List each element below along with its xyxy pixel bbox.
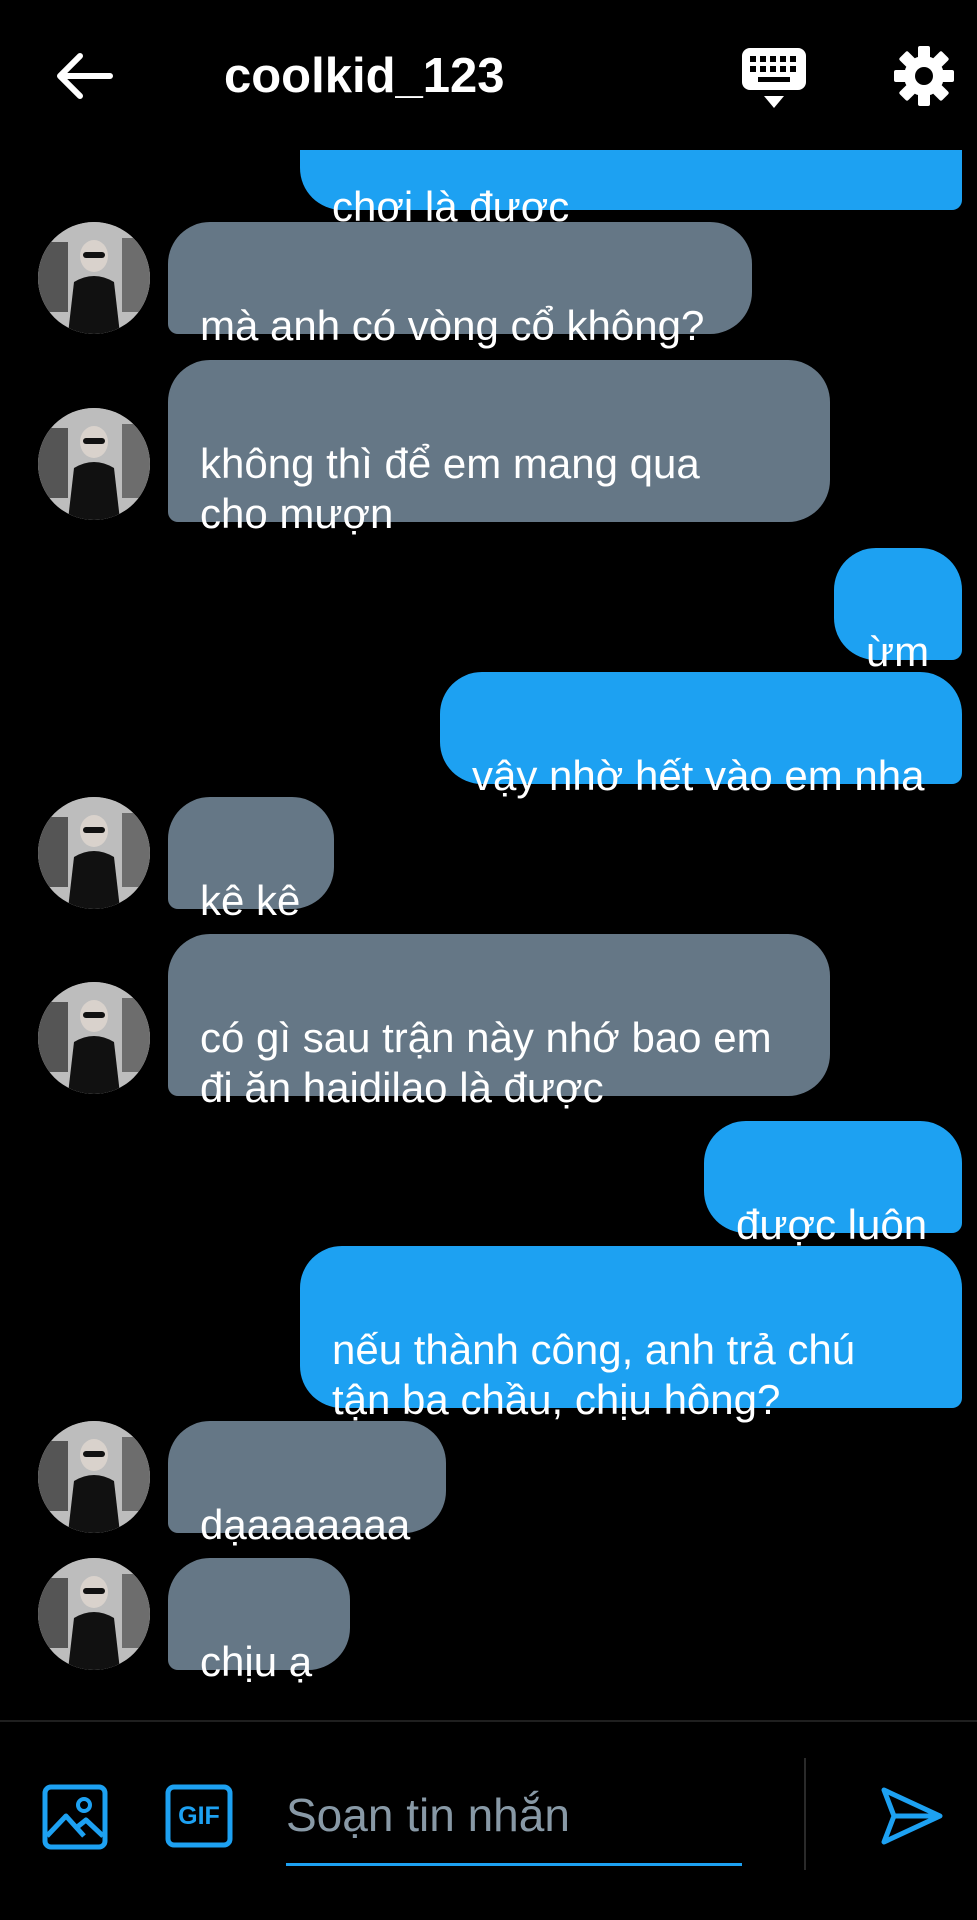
- message-outgoing: được luôn: [704, 1121, 962, 1248]
- gif-label: GIF: [178, 1802, 220, 1830]
- message-text: ừm: [866, 628, 930, 675]
- message-incoming: có gì sau trận này nhớ bao em đi ăn haid…: [168, 934, 830, 1111]
- message-input[interactable]: [286, 1766, 742, 1866]
- arrow-left-icon: [57, 53, 113, 99]
- settings-button[interactable]: [892, 44, 956, 108]
- avatar[interactable]: [38, 222, 150, 334]
- chat-header: coolkid_123: [0, 0, 977, 150]
- message-text: chịu ạ: [200, 1638, 313, 1685]
- message-list[interactable]: chơi là được mà anh có vòng cổ không? kh…: [0, 0, 977, 1720]
- message-composer: GIF: [0, 1720, 977, 1920]
- message-incoming: mà anh có vòng cổ không?: [168, 222, 752, 349]
- message-text: vậy nhờ hết vào em nha: [472, 752, 925, 799]
- message-text: kê kê: [200, 877, 301, 924]
- avatar[interactable]: [38, 1558, 150, 1670]
- gear-icon: [894, 46, 954, 106]
- message-text: được luôn: [736, 1201, 928, 1248]
- message-outgoing: nếu thành công, anh trả chú tận ba chầu,…: [300, 1246, 962, 1423]
- message-text: nếu thành công, anh trả chú tận ba chầu,…: [332, 1326, 856, 1423]
- avatar[interactable]: [38, 797, 150, 909]
- message-outgoing: vậy nhờ hết vào em nha: [440, 672, 962, 799]
- send-button[interactable]: [880, 1784, 944, 1848]
- send-icon: [881, 1787, 943, 1845]
- message-incoming: kê kê: [168, 797, 334, 924]
- message-text: không thì để em mang qua cho mượn: [200, 440, 700, 537]
- attach-image-button[interactable]: [42, 1784, 108, 1850]
- message-incoming: không thì để em mang qua cho mượn: [168, 360, 830, 537]
- message-outgoing: ừm: [834, 548, 962, 675]
- keyboard-button[interactable]: [740, 44, 808, 112]
- message-text: mà anh có vòng cổ không?: [200, 302, 705, 349]
- conversation-title: coolkid_123: [224, 49, 505, 103]
- message-text: dạaaaaaaa: [200, 1501, 411, 1548]
- message-incoming: dạaaaaaaa: [168, 1421, 446, 1548]
- message-incoming: chịu ạ: [168, 1558, 350, 1685]
- avatar[interactable]: [38, 408, 150, 520]
- image-icon: [42, 1784, 108, 1850]
- avatar[interactable]: [38, 982, 150, 1094]
- avatar[interactable]: [38, 1421, 150, 1533]
- composer-divider: [804, 1758, 806, 1870]
- gif-button[interactable]: GIF: [165, 1784, 233, 1848]
- back-button[interactable]: [52, 44, 116, 108]
- message-text: có gì sau trận này nhớ bao em đi ăn haid…: [200, 1014, 772, 1111]
- keyboard-icon: [742, 48, 806, 108]
